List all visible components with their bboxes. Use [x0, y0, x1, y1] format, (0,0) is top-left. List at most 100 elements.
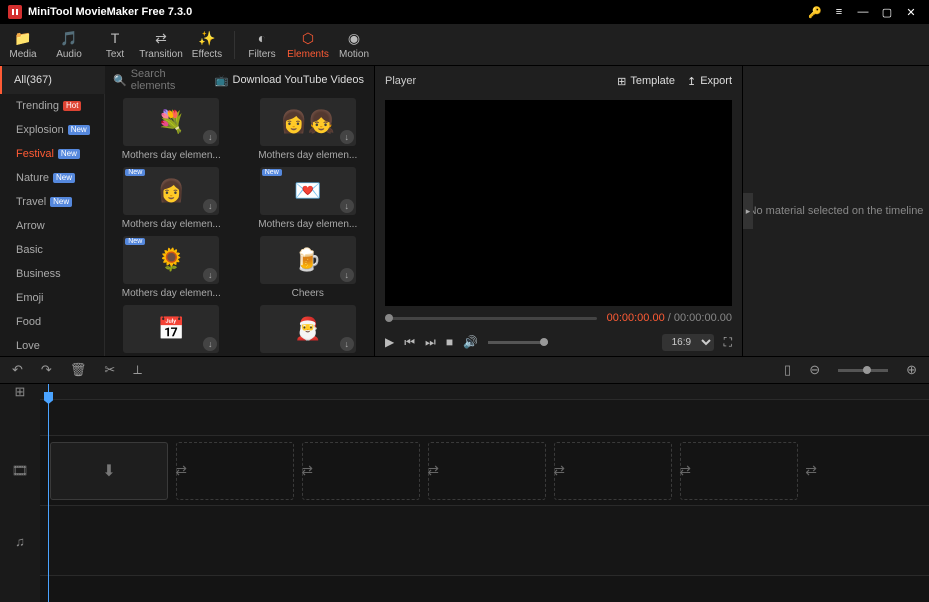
category-explosion[interactable]: ExplosionNew: [0, 118, 104, 142]
category-festival[interactable]: FestivalNew: [0, 142, 104, 166]
close-icon[interactable]: ✕: [901, 2, 921, 22]
add-track-icon[interactable]: ⊞: [15, 384, 26, 400]
element-card[interactable]: 🌻New↓Mothers day elemen...: [113, 236, 230, 299]
category-trending[interactable]: TrendingHot: [0, 94, 104, 118]
download-icon[interactable]: ↓: [203, 268, 217, 282]
minimize-icon[interactable]: —: [853, 2, 873, 22]
video-track[interactable]: ⬇⇄ ⇄ ⇄ ⇄ ⇄ ⇄: [40, 436, 929, 506]
overlay-track[interactable]: [40, 400, 929, 436]
element-name: Mothers day elemen...: [121, 219, 221, 230]
download-youtube-button[interactable]: 📺 Download YouTube Videos: [205, 74, 374, 87]
badge: New: [68, 125, 90, 135]
download-icon[interactable]: ↓: [203, 199, 217, 213]
separator: [234, 31, 235, 59]
tab-filters[interactable]: ◐Filters: [239, 24, 285, 66]
element-card[interactable]: 📅↓: [113, 305, 230, 356]
split-button[interactable]: ✂: [104, 362, 115, 378]
new-badge: New: [125, 169, 145, 176]
download-icon[interactable]: ↓: [340, 268, 354, 282]
stop-button[interactable]: ■: [446, 335, 453, 349]
template-button[interactable]: ⊞Template: [617, 75, 675, 88]
clip-slot[interactable]: ⇄: [176, 442, 294, 500]
collapse-button[interactable]: ▸: [743, 193, 753, 229]
category-list: TrendingHotExplosionNewFestivalNewNature…: [0, 94, 105, 356]
timebar: 00:00:00.00 / 00:00:00.00: [375, 308, 742, 328]
fullscreen-button[interactable]: ⛶: [724, 335, 732, 350]
zoom-in-button[interactable]: ⊕: [906, 362, 917, 378]
tab-text[interactable]: TText: [92, 24, 138, 66]
folder-icon: 📁: [14, 29, 31, 47]
transition-placeholder-icon[interactable]: ⇄: [805, 462, 817, 479]
tab-elements[interactable]: ⬡Elements: [285, 24, 331, 66]
player-controls: ▶ ⏮ ⏭ ■ 🔊 16:9 ⛶: [375, 328, 742, 356]
zoom-slider[interactable]: [838, 369, 888, 372]
search-icon: 🔍: [113, 74, 127, 87]
clip-slot[interactable]: ⇄: [302, 442, 420, 500]
category-travel[interactable]: TravelNew: [0, 190, 104, 214]
element-card[interactable]: 💌New↓Mothers day elemen...: [250, 167, 367, 230]
scrubber[interactable]: [385, 317, 597, 320]
element-name: Cheers: [258, 288, 358, 299]
tab-effects[interactable]: ✨Effects: [184, 24, 230, 66]
element-card[interactable]: 🎅↓: [250, 305, 367, 356]
maximize-icon[interactable]: ▢: [877, 2, 897, 22]
delete-button[interactable]: 🗑: [70, 362, 87, 378]
download-icon[interactable]: ↓: [340, 130, 354, 144]
category-emoji[interactable]: Emoji: [0, 286, 104, 310]
clip-slot[interactable]: ⬇⇄: [50, 442, 168, 500]
category-food[interactable]: Food: [0, 310, 104, 334]
crop-button[interactable]: ⟂: [133, 362, 142, 378]
elements-header: All(367) 🔍 Search elements 📺 Download Yo…: [0, 66, 374, 94]
menu-icon[interactable]: ≡: [829, 2, 849, 22]
category-arrow[interactable]: Arrow: [0, 214, 104, 238]
category-nature[interactable]: NatureNew: [0, 166, 104, 190]
element-card[interactable]: 👩New↓Mothers day elemen...: [113, 167, 230, 230]
element-thumb: 👩👧↓: [260, 98, 356, 146]
tab-audio[interactable]: 🎵Audio: [46, 24, 92, 66]
volume-icon[interactable]: 🔊: [463, 335, 478, 349]
element-thumb: 🌻New↓: [123, 236, 219, 284]
video-track-icon: 🎞: [12, 463, 29, 479]
auto-fit-button[interactable]: ▯: [784, 362, 791, 378]
main-toolbar: 📁Media 🎵Audio TText ⇄Transition ✨Effects…: [0, 24, 929, 66]
preview-viewport: [385, 100, 732, 306]
category-all[interactable]: All(367): [0, 66, 105, 94]
ruler[interactable]: [40, 384, 929, 400]
template-icon: ⊞: [617, 75, 626, 88]
next-frame-button[interactable]: ⏭: [425, 335, 436, 350]
download-icon[interactable]: ↓: [340, 337, 354, 351]
undo-button[interactable]: ↶: [12, 362, 23, 378]
motion-icon: ◉: [348, 29, 360, 47]
element-card[interactable]: 💐↓Mothers day elemen...: [113, 98, 230, 161]
category-business[interactable]: Business: [0, 262, 104, 286]
playhead[interactable]: [48, 384, 49, 602]
timeline-tracks[interactable]: ⬇⇄ ⇄ ⇄ ⇄ ⇄ ⇄: [40, 384, 929, 602]
category-basic[interactable]: Basic: [0, 238, 104, 262]
tab-media[interactable]: 📁Media: [0, 24, 46, 66]
activate-icon[interactable]: 🔑: [805, 2, 825, 22]
clip-slot[interactable]: ⇄: [680, 442, 798, 500]
badge: Hot: [63, 101, 81, 111]
tab-motion[interactable]: ◉Motion: [331, 24, 377, 66]
export-button[interactable]: ↥Export: [687, 75, 732, 88]
element-card[interactable]: 👩👧↓Mothers day elemen...: [250, 98, 367, 161]
element-thumb: 🎅↓: [260, 305, 356, 353]
clip-slot[interactable]: ⇄: [554, 442, 672, 500]
zoom-out-button[interactable]: ⊖: [809, 362, 820, 378]
play-button[interactable]: ▶: [385, 335, 394, 349]
audio-track[interactable]: [40, 506, 929, 576]
element-card[interactable]: 🍺↓Cheers: [250, 236, 367, 299]
aspect-select[interactable]: 16:9: [662, 334, 714, 351]
prev-frame-button[interactable]: ⏮: [404, 335, 415, 350]
clip-slot[interactable]: ⇄: [428, 442, 546, 500]
download-icon[interactable]: ↓: [203, 337, 217, 351]
timeline: ⊞ 🎞 ♫ ⬇⇄ ⇄ ⇄ ⇄ ⇄ ⇄: [0, 384, 929, 602]
element-thumb: 💐↓: [123, 98, 219, 146]
download-icon[interactable]: ↓: [203, 130, 217, 144]
search-input[interactable]: 🔍 Search elements: [105, 68, 205, 92]
volume-slider[interactable]: [488, 341, 548, 344]
tab-transition[interactable]: ⇄Transition: [138, 24, 184, 66]
category-love[interactable]: Love: [0, 334, 104, 356]
redo-button[interactable]: ↷: [41, 362, 52, 378]
download-icon[interactable]: ↓: [340, 199, 354, 213]
